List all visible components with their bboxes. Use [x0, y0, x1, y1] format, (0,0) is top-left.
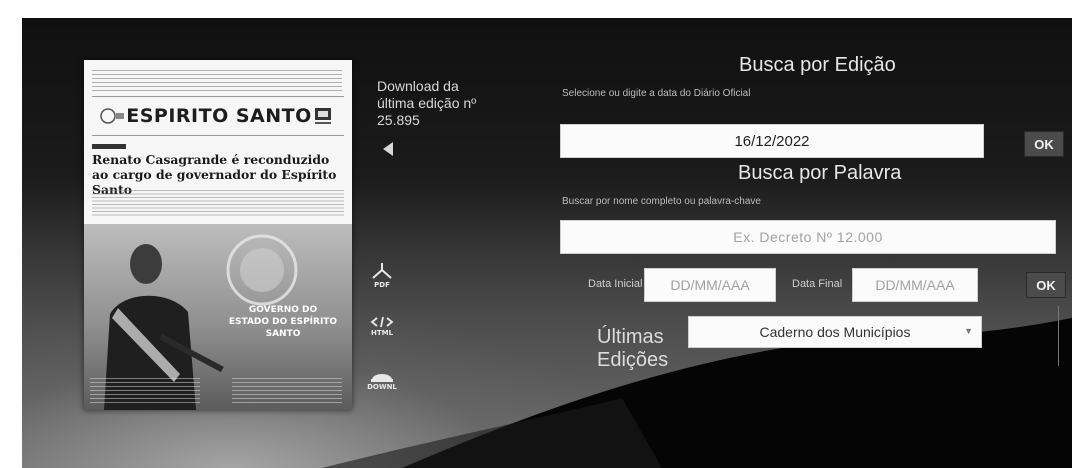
- latest-editions-label: Últimas Edições: [597, 326, 669, 371]
- cover-fine-print: [92, 70, 342, 92]
- start-date-label: Data Inicial: [588, 278, 643, 290]
- pdf-label: PDF: [374, 281, 390, 289]
- cover-caption-left: [90, 378, 200, 406]
- end-date-field[interactable]: DD/MM/AAA: [852, 268, 978, 302]
- side-edge-tab[interactable]: [1058, 306, 1069, 366]
- latest-editions-selected: Caderno dos Municípios: [759, 324, 911, 340]
- html-icon: [370, 316, 394, 328]
- state-seal-icon: [100, 108, 124, 124]
- pdf-download-button[interactable]: PDF: [364, 262, 400, 289]
- back-arrow-icon[interactable]: [383, 142, 393, 156]
- edition-date-field[interactable]: 16/12/2022: [560, 124, 984, 158]
- edition-search-ok-button[interactable]: OK: [1024, 131, 1064, 157]
- keyword-search-title: Busca por Palavra: [738, 162, 902, 184]
- html-download-button[interactable]: HTML: [364, 316, 400, 337]
- cover-section-tag: [92, 144, 126, 149]
- keyword-search-ok-button[interactable]: OK: [1026, 272, 1066, 298]
- hero-panel: ESPIRITO SANTO Renato Casagrande é recon…: [22, 18, 1072, 468]
- html-label: HTML: [370, 329, 394, 337]
- cover-state-name: ESPIRITO SANTO: [126, 105, 312, 127]
- start-date-field[interactable]: DD/MM/AAA: [644, 268, 776, 302]
- latest-editions-select[interactable]: Caderno dos Municípios ▼: [688, 316, 982, 348]
- pdf-icon: [372, 263, 392, 279]
- cover-caption-right: [232, 378, 342, 406]
- download-button[interactable]: DOWNL: [364, 366, 400, 391]
- keyword-search-input[interactable]: Ex. Decreto Nº 12.000: [560, 220, 1056, 254]
- edition-search-hint: Selecione ou digite a data do Diário Ofi…: [562, 88, 751, 99]
- cover-banner: GOVERNO DO ESTADO DO ESPÍRITO SANTO: [228, 305, 338, 339]
- download-latest-link[interactable]: Download da última edição nº 25.895: [377, 78, 477, 129]
- download-label: DOWNL: [367, 383, 397, 391]
- chevron-down-icon: ▼: [964, 326, 973, 336]
- end-date-label: Data Final: [792, 278, 843, 290]
- cover-photo: GOVERNO DO ESTADO DO ESPÍRITO SANTO: [84, 224, 352, 410]
- latest-edition-cover[interactable]: ESPIRITO SANTO Renato Casagrande é recon…: [84, 60, 352, 410]
- cover-body-text: [92, 190, 344, 216]
- edition-search-title: Busca por Edição: [739, 54, 896, 76]
- keyword-search-hint: Buscar por nome completo ou palavra-chav…: [562, 196, 761, 207]
- cover-masthead: ESPIRITO SANTO: [92, 96, 344, 136]
- government-logo-icon: [315, 108, 331, 124]
- download-icon: [371, 374, 393, 382]
